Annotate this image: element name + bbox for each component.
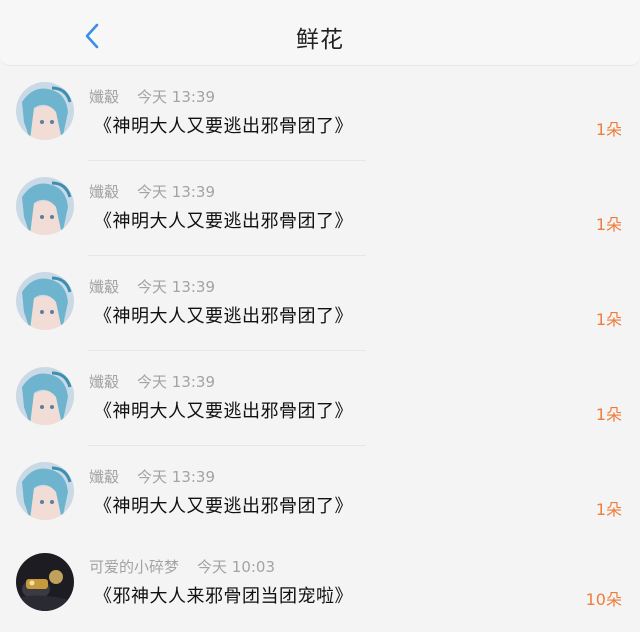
avatar[interactable] [16,367,74,425]
item-meta: 孅觳 今天 13:39 [89,371,215,392]
username[interactable]: 孅觳 [89,88,119,106]
item-message: 《神明大人又要逃出邪骨团了》 [94,306,353,327]
username[interactable]: 孅觳 [89,468,119,486]
list-item[interactable]: 孅觳 今天 13:39 《神明大人又要逃出邪骨团了》 1朵 [0,351,640,446]
item-message: 《神明大人又要逃出邪骨团了》 [94,496,353,517]
flower-count: 1朵 [595,405,622,424]
flower-count: 1朵 [595,215,622,234]
flower-count: 1朵 [595,500,622,519]
list-item[interactable]: 可爱的小碎梦 今天 10:03 《邪神大人来邪骨团当团宠啦》 10朵 [0,541,640,632]
timestamp: 今天 10:03 [197,558,276,576]
avatar[interactable] [16,177,74,235]
timestamp: 今天 13:39 [137,183,216,201]
avatar[interactable] [16,82,74,140]
timestamp: 今天 13:39 [137,373,216,391]
timestamp: 今天 13:39 [137,278,216,296]
gift-list: 孅觳 今天 13:39 《神明大人又要逃出邪骨团了》 1朵 孅觳 今天 13:39 … [0,66,640,632]
username[interactable]: 可爱的小碎梦 [89,558,179,576]
username[interactable]: 孅觳 [89,373,119,391]
username[interactable]: 孅觳 [89,278,119,296]
avatar[interactable] [16,553,74,611]
flower-count: 10朵 [585,590,622,609]
item-meta: 可爱的小碎梦 今天 10:03 [89,556,275,577]
top-bar: 鲜花 [0,0,640,66]
item-meta: 孅觳 今天 13:39 [89,276,215,297]
avatar[interactable] [16,272,74,330]
list-item[interactable]: 孅觳 今天 13:39 《神明大人又要逃出邪骨团了》 1朵 [0,161,640,256]
list-item[interactable]: 孅觳 今天 13:39 《神明大人又要逃出邪骨团了》 1朵 [0,66,640,161]
flower-count: 1朵 [595,310,622,329]
item-meta: 孅觳 今天 13:39 [89,466,215,487]
avatar[interactable] [16,462,74,520]
timestamp: 今天 13:39 [137,88,216,106]
item-message: 《神明大人又要逃出邪骨团了》 [94,211,353,232]
item-message: 《神明大人又要逃出邪骨团了》 [94,401,353,422]
item-message: 《邪神大人来邪骨团当团宠啦》 [94,586,353,607]
list-item[interactable]: 孅觳 今天 13:39 《神明大人又要逃出邪骨团了》 1朵 [0,256,640,351]
username[interactable]: 孅觳 [89,183,119,201]
timestamp: 今天 13:39 [137,468,216,486]
item-message: 《神明大人又要逃出邪骨团了》 [94,116,353,137]
item-meta: 孅觳 今天 13:39 [89,181,215,202]
page-title: 鲜花 [296,27,344,53]
flower-count: 1朵 [595,120,622,139]
item-meta: 孅觳 今天 13:39 [89,86,215,107]
list-item[interactable]: 孅觳 今天 13:39 《神明大人又要逃出邪骨团了》 1朵 [0,446,640,541]
